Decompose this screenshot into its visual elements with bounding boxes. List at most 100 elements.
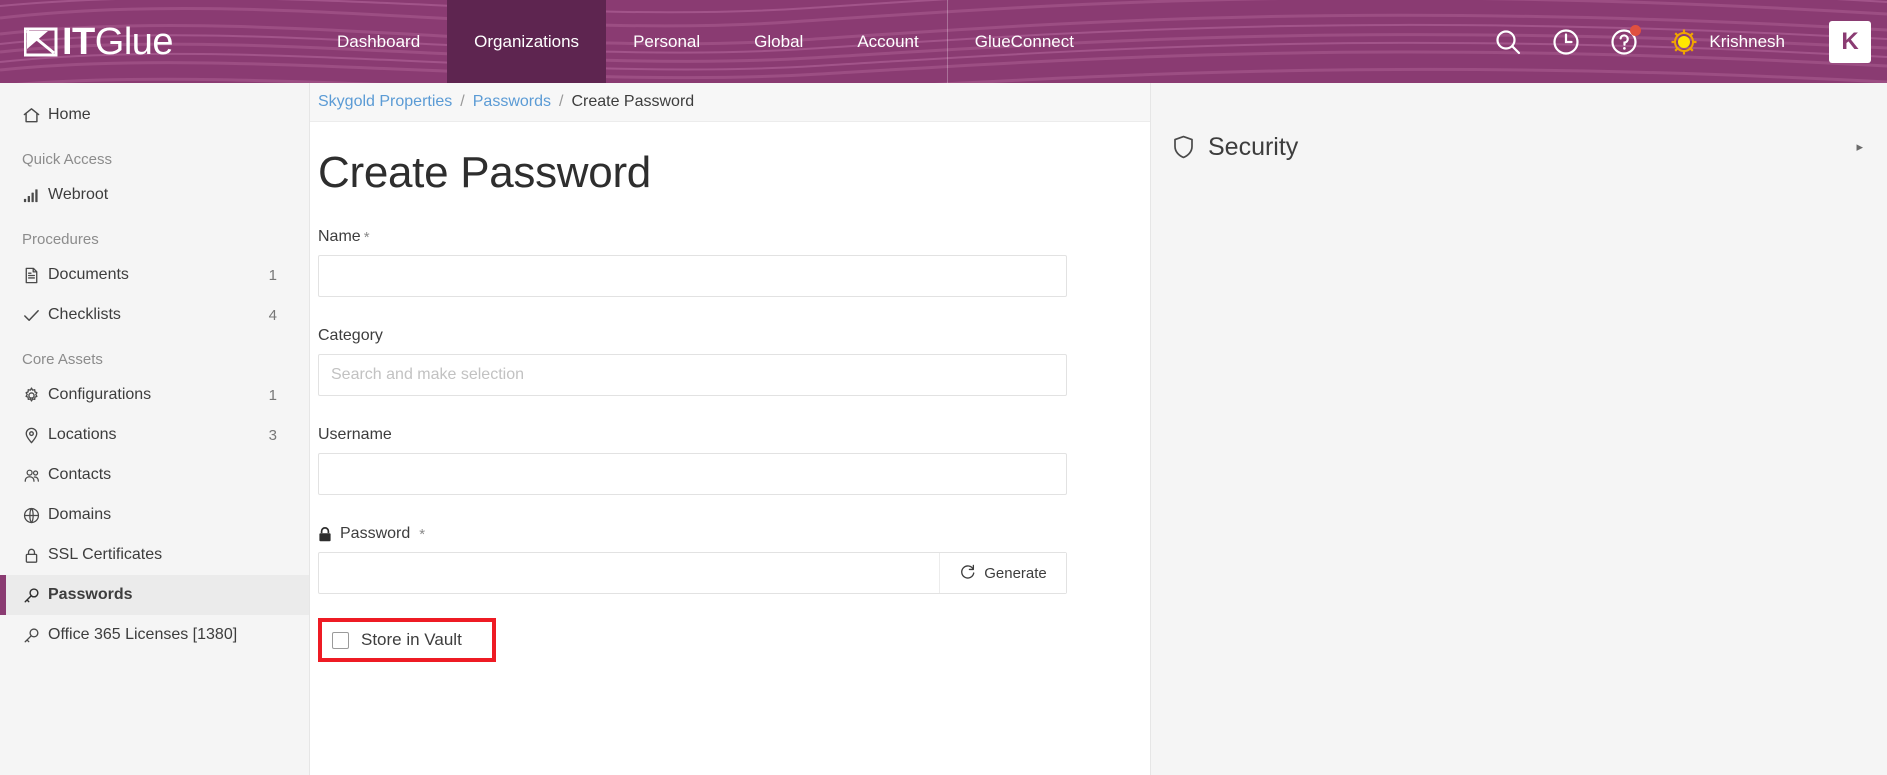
sidebar-item-home[interactable]: Home <box>0 95 309 135</box>
sidebar-item-count: 4 <box>268 306 277 324</box>
security-section-title: Security <box>1208 132 1299 161</box>
search-icon[interactable] <box>1490 24 1526 60</box>
sun-avatar-icon <box>1670 28 1698 56</box>
name-input[interactable] <box>318 255 1067 297</box>
generate-button-label: Generate <box>984 564 1047 582</box>
nav-link-glueconnect[interactable]: GlueConnect <box>946 0 1101 83</box>
home-icon <box>22 105 48 125</box>
refresh-icon <box>959 563 976 584</box>
map-pin-icon <box>22 425 48 445</box>
globe-icon <box>22 505 48 525</box>
sidebar-item-count: 1 <box>268 386 277 404</box>
sidebar-item-label: Locations <box>48 426 117 443</box>
clock-icon[interactable] <box>1548 24 1584 60</box>
breadcrumb-link-organization[interactable]: Skygold Properties <box>318 93 452 111</box>
username-label: Krishnesh <box>1709 31 1785 51</box>
sidebar-item-passwords[interactable]: Passwords <box>0 575 309 615</box>
sidebar-heading-core-assets: Core Assets <box>22 351 103 368</box>
field-name: Name * <box>318 228 1142 297</box>
breadcrumb-current: Create Password <box>571 93 695 110</box>
password-label: Password * <box>318 525 1142 543</box>
sidebar: Home Quick Access Webroot Procedures Doc… <box>0 83 310 775</box>
category-label: Category <box>318 327 1142 345</box>
username-label: Username <box>318 426 1142 444</box>
sidebar-item-checklists[interactable]: Checklists 4 <box>0 295 309 335</box>
page-title: Create Password <box>318 148 651 197</box>
sidebar-item-configurations[interactable]: Configurations 1 <box>0 375 309 415</box>
sidebar-item-locations[interactable]: Locations 3 <box>0 415 309 455</box>
people-icon <box>22 465 48 485</box>
nav-link-personal[interactable]: Personal <box>606 0 727 83</box>
bar-chart-icon <box>22 185 48 205</box>
store-in-vault-label[interactable]: Store in Vault <box>361 630 462 650</box>
field-password: Password * Generate <box>318 525 1142 594</box>
security-section-header[interactable]: Security ▸ <box>1151 120 1887 174</box>
document-icon <box>22 265 48 285</box>
nav-link-account[interactable]: Account <box>830 0 945 83</box>
nav-actions: Krishnesh K <box>1490 0 1887 83</box>
sidebar-item-office-365-licenses[interactable]: Office 365 Licenses [1380] <box>0 615 309 655</box>
sidebar-item-label: SSL Certificates <box>48 546 163 563</box>
sidebar-item-label: Checklists <box>48 306 121 323</box>
sidebar-item-label: Contacts <box>48 466 112 483</box>
username-label-text: Username <box>318 426 392 443</box>
breadcrumb-link-passwords[interactable]: Passwords <box>473 93 551 111</box>
lock-icon <box>22 545 48 565</box>
sidebar-item-label: Office 365 Licenses [1380] <box>48 626 238 643</box>
check-icon <box>22 305 48 325</box>
brand-logo[interactable]: ITGlue <box>0 0 310 83</box>
sidebar-item-documents[interactable]: Documents 1 <box>0 255 309 295</box>
sidebar-top: Home <box>0 83 309 135</box>
field-category: Category <box>318 327 1142 396</box>
category-input[interactable] <box>318 354 1067 396</box>
required-asterisk: * <box>419 525 426 543</box>
key-icon <box>22 585 48 605</box>
sidebar-item-ssl-certificates[interactable]: SSL Certificates <box>0 535 309 575</box>
generate-password-button[interactable]: Generate <box>939 553 1066 593</box>
gear-icon <box>22 385 48 405</box>
sidebar-item-label: Webroot <box>48 186 109 203</box>
lock-icon <box>318 526 332 542</box>
category-label-text: Category <box>318 327 383 344</box>
sidebar-item-count: 1 <box>268 266 277 284</box>
sidebar-item-webroot[interactable]: Webroot <box>0 175 309 215</box>
sidebar-item-count: 3 <box>268 426 277 444</box>
store-in-vault-row: Store in Vault <box>318 618 496 662</box>
sidebar-heading-quick-access: Quick Access <box>22 151 113 168</box>
field-username: Username <box>318 426 1142 495</box>
notification-badge <box>1630 24 1642 36</box>
create-password-form: Name * Category Username <box>310 228 1150 662</box>
name-label-text: Name <box>318 228 361 245</box>
sidebar-item-label: Documents <box>48 266 129 283</box>
sidebar-item-label: Configurations <box>48 386 152 403</box>
breadcrumb: Skygold Properties / Passwords / Create … <box>310 83 1150 122</box>
brand-name: ITGlue <box>62 20 174 63</box>
nav-link-organizations[interactable]: Organizations <box>447 0 607 83</box>
user-menu[interactable]: Krishnesh <box>1664 28 1785 56</box>
primary-nav: Dashboard Organizations Personal Global … <box>310 0 1101 83</box>
password-input-wrapper: Generate <box>318 552 1067 594</box>
help-question-icon[interactable] <box>1606 24 1642 60</box>
main-content: Skygold Properties / Passwords / Create … <box>310 83 1150 775</box>
nav-link-global[interactable]: Global <box>727 0 830 83</box>
sidebar-item-label: Passwords <box>48 586 133 603</box>
password-label-text: Password <box>340 525 411 542</box>
required-asterisk: * <box>363 228 370 246</box>
nav-link-dashboard[interactable]: Dashboard <box>310 0 447 83</box>
sidebar-item-label: Home <box>48 106 91 123</box>
sidebar-item-label: Domains <box>48 506 112 523</box>
right-panel: Security ▸ <box>1150 83 1887 775</box>
chevron-right-icon[interactable]: ▸ <box>1856 139 1863 155</box>
username-input[interactable] <box>318 453 1067 495</box>
key-icon <box>22 625 48 645</box>
top-navigation-bar: ITGlue Dashboard Organizations Personal … <box>0 0 1887 83</box>
sidebar-item-domains[interactable]: Domains <box>0 495 309 535</box>
store-in-vault-checkbox[interactable] <box>332 631 349 649</box>
app-switcher-label: K <box>1841 27 1859 55</box>
sidebar-heading-procedures: Procedures <box>22 231 99 248</box>
sidebar-item-contacts[interactable]: Contacts <box>0 455 309 495</box>
app-switcher-button[interactable]: K <box>1829 20 1871 63</box>
breadcrumb-separator: / <box>559 93 564 110</box>
breadcrumb-separator: / <box>460 93 465 110</box>
